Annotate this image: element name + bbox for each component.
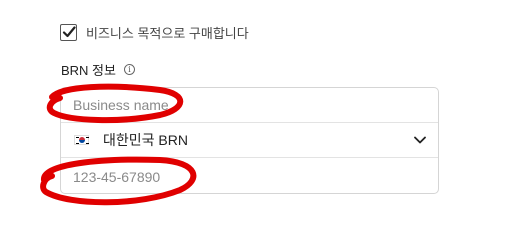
business-purchase-checkbox[interactable] xyxy=(60,23,77,41)
south-korea-flag-icon xyxy=(74,135,89,145)
info-icon[interactable]: i xyxy=(123,64,135,75)
brn-form: 대한민국 BRN xyxy=(60,87,439,194)
chevron-down-icon[interactable] xyxy=(414,136,426,144)
business-name-input[interactable] xyxy=(73,97,426,113)
country-select[interactable]: 대한민국 BRN xyxy=(61,123,438,158)
business-purchase-label: 비즈니스 목적으로 구매합니다 xyxy=(86,25,249,41)
checkmark-icon xyxy=(62,26,76,38)
brn-section-title: BRN 정보 xyxy=(61,63,116,78)
brn-section-label: BRN 정보 i xyxy=(61,60,135,79)
business-purchase-row[interactable]: 비즈니스 목적으로 구매합니다 xyxy=(60,20,249,44)
business-name-row xyxy=(61,88,438,123)
country-select-label: 대한민국 BRN xyxy=(103,132,188,148)
brn-number-row xyxy=(61,159,438,194)
brn-number-input[interactable] xyxy=(73,168,426,185)
